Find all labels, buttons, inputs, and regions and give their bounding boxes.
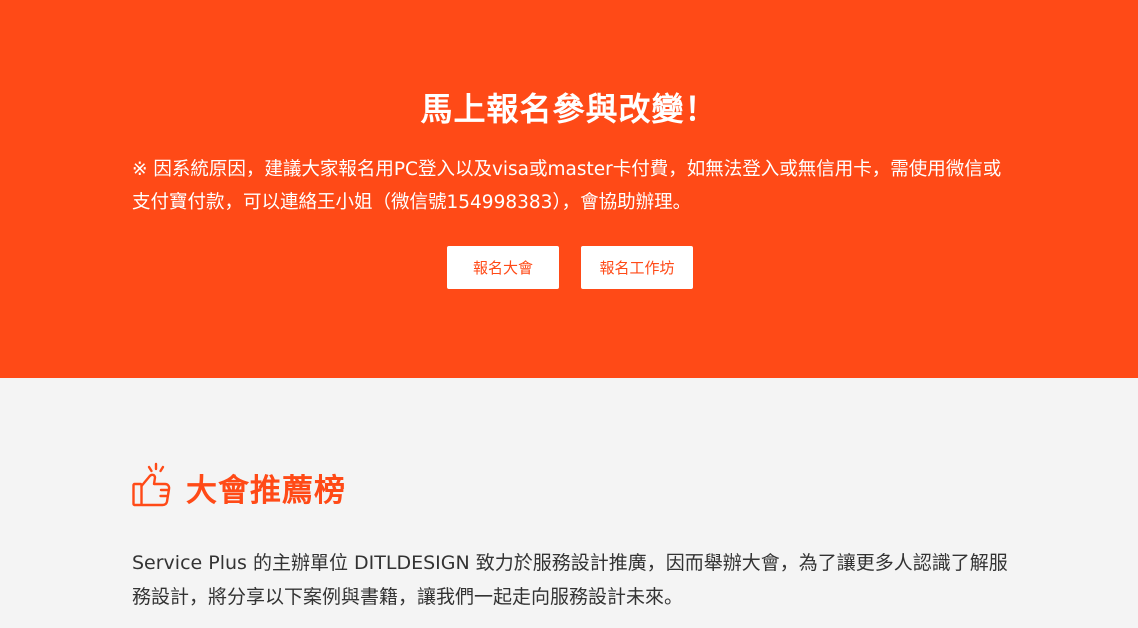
section-title: 大會推薦榜: [186, 472, 346, 509]
thumbs-up-icon: [132, 462, 172, 512]
section-header: 大會推薦榜: [132, 462, 346, 512]
register-workshop-button[interactable]: 報名工作坊: [581, 246, 693, 289]
register-conference-button[interactable]: 報名大會: [447, 246, 559, 289]
registration-hero: 馬上報名參與改變！ ※ 因系統原因，建議大家報名用PC登入以及visa或mast…: [0, 0, 1138, 378]
payment-note: ※ 因系統原因，建議大家報名用PC登入以及visa或master卡付費，如無法登…: [132, 159, 1002, 213]
recommendations-section: 大會推薦榜 Service Plus 的主辦單位 DITLDESIGN 致力於服…: [0, 378, 1138, 628]
register-buttons: 報名大會 報名工作坊: [447, 246, 693, 289]
hero-title: 馬上報名參與改變！: [420, 90, 718, 128]
section-description: Service Plus 的主辦單位 DITLDESIGN 致力於服務設計推廣，…: [132, 552, 1008, 608]
